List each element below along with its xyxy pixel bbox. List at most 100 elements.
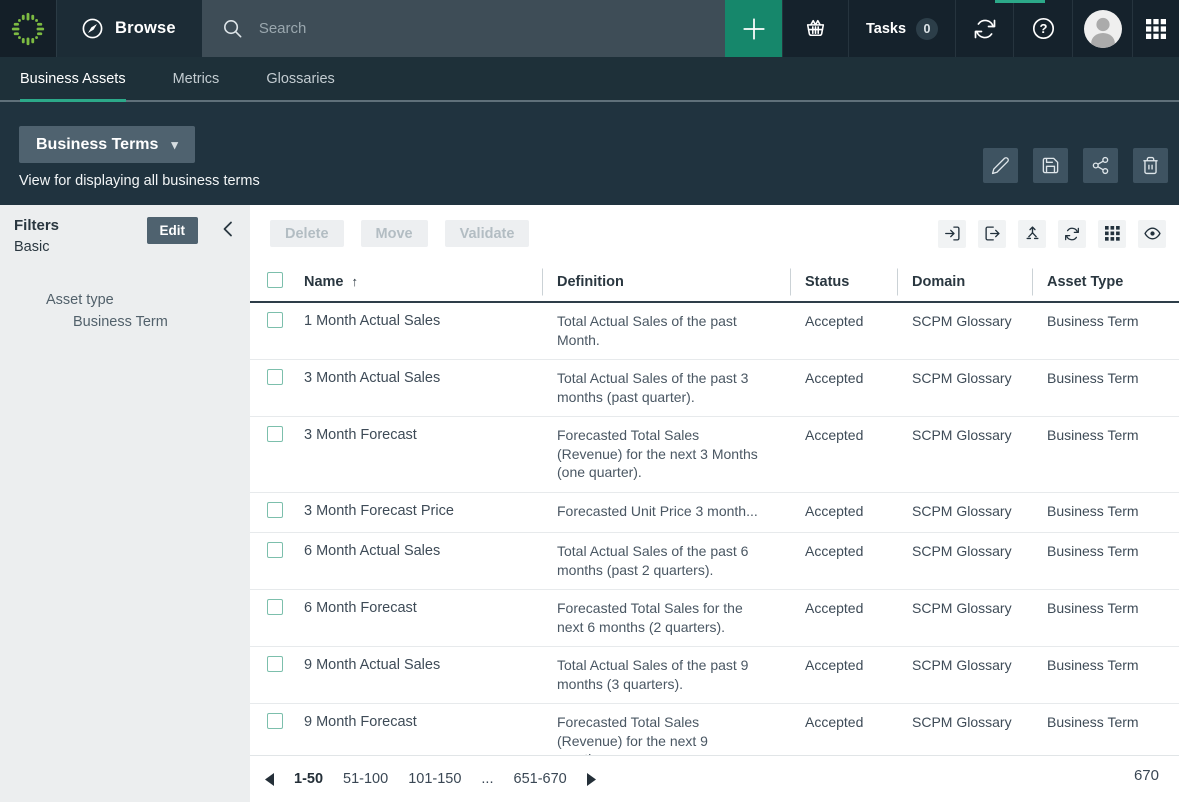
asset-name[interactable]: 3 Month Actual Sales [300,369,542,388]
tasks-button[interactable]: Tasks 0 [848,0,955,57]
row-checkbox[interactable] [267,369,283,385]
pagination-page[interactable]: 101-150 [408,771,461,787]
preview-columns-button[interactable] [1138,220,1166,248]
row-checkbox[interactable] [267,713,283,729]
search-input[interactable] [259,20,706,37]
share-view-button[interactable] [1083,148,1118,183]
column-header-definition[interactable]: Definition [542,274,790,290]
bulk-actions-toolbar: Delete Move Validate [250,205,1179,262]
table-row[interactable]: 3 Month ForecastForecasted Total Sales (… [250,417,1179,493]
row-checkbox[interactable] [267,502,283,518]
browse-menu-button[interactable]: Browse [57,0,202,57]
table-row[interactable]: 1 Month Actual SalesTotal Actual Sales o… [250,303,1179,360]
global-search[interactable] [202,0,725,57]
row-checkbox-cell [250,502,300,523]
row-checkbox[interactable] [267,426,283,442]
previous-page-button[interactable] [265,773,274,786]
delete-view-button[interactable] [1133,148,1168,183]
asset-domain[interactable]: SCPM Glossary [897,426,1032,445]
grid-view-button[interactable] [1098,220,1126,248]
hierarchy-icon [1024,225,1041,242]
tab-glossaries[interactable]: Glossaries [266,57,335,100]
tab-business-assets[interactable]: Business Assets [20,57,126,100]
row-checkbox[interactable] [267,312,283,328]
tab-metrics[interactable]: Metrics [173,57,220,100]
next-page-button[interactable] [587,773,596,786]
asset-domain[interactable]: SCPM Glossary [897,502,1032,521]
edit-filters-button[interactable]: Edit [147,217,199,244]
delete-trash-icon [1141,156,1160,175]
filters-sidebar: Filters Basic Edit Asset type Business T… [0,205,250,802]
search-icon [221,17,244,40]
validate-button[interactable]: Validate [445,220,530,247]
tasks-count-badge: 0 [916,18,938,40]
asset-definition: Forecasted Total Sales (Revenue) for the… [542,713,790,755]
pagination-page[interactable]: 1-50 [294,771,323,787]
column-header-status[interactable]: Status [790,274,897,290]
asset-domain[interactable]: SCPM Glossary [897,599,1032,618]
sync-activities-button[interactable] [955,0,1013,57]
asset-type: Business Term [1032,369,1179,388]
pagination-page[interactable]: 651-670 [514,771,567,787]
row-checkbox[interactable] [267,599,283,615]
table-row[interactable]: 6 Month ForecastForecasted Total Sales f… [250,590,1179,647]
asset-domain[interactable]: SCPM Glossary [897,369,1032,388]
asset-name[interactable]: 6 Month Actual Sales [300,542,542,561]
asset-name[interactable]: 6 Month Forecast [300,599,542,618]
add-asset-button[interactable] [725,0,782,57]
table-row[interactable]: 3 Month Forecast PriceForecasted Unit Pr… [250,493,1179,534]
asset-domain[interactable]: SCPM Glossary [897,656,1032,675]
asset-status: Accepted [790,502,897,521]
plus-icon [741,16,767,42]
import-button[interactable] [938,220,966,248]
table-row[interactable]: 9 Month ForecastForecasted Total Sales (… [250,704,1179,755]
collapse-sidebar-button[interactable] [222,221,233,237]
data-basket-button[interactable] [782,0,848,57]
avatar [1084,10,1122,48]
chevron-left-icon [222,221,233,237]
export-button[interactable] [978,220,1006,248]
asset-name[interactable]: 3 Month Forecast [300,426,542,445]
refresh-icon [1064,226,1080,242]
asset-name[interactable]: 9 Month Actual Sales [300,656,542,675]
asset-definition: Total Actual Sales of the past 6 months … [542,542,790,579]
asset-status: Accepted [790,312,897,331]
column-header-asset-type[interactable]: Asset Type [1032,274,1179,290]
column-header-name[interactable]: Name ↑ [300,274,542,290]
view-selector-button[interactable]: Business Terms ▾ [19,126,195,163]
save-view-button[interactable] [1033,148,1068,183]
asset-domain[interactable]: SCPM Glossary [897,542,1032,561]
table-row[interactable]: 9 Month Actual SalesTotal Actual Sales o… [250,647,1179,704]
asset-domain[interactable]: SCPM Glossary [897,713,1032,732]
edit-view-button[interactable] [983,148,1018,183]
select-all-checkbox[interactable] [267,272,283,288]
refresh-button[interactable] [1058,220,1086,248]
apps-grid-button[interactable] [1132,0,1179,57]
asset-status: Accepted [790,656,897,675]
user-menu-button[interactable] [1072,0,1132,57]
table-row[interactable]: 6 Month Actual SalesTotal Actual Sales o… [250,533,1179,590]
move-button[interactable]: Move [361,220,428,247]
asset-definition: Forecasted Total Sales for the next 6 mo… [542,599,790,636]
hierarchy-button[interactable] [1018,220,1046,248]
help-button[interactable]: ? [1013,0,1072,57]
delete-button[interactable]: Delete [270,220,344,247]
asset-name[interactable]: 1 Month Actual Sales [300,312,542,331]
asset-type: Business Term [1032,542,1179,561]
table-panel: Delete Move Validate [250,205,1179,802]
column-header-domain[interactable]: Domain [897,274,1032,290]
filter-asset-type-value[interactable]: Business Term [0,314,250,330]
row-checkbox-cell [250,656,300,677]
asset-definition: Total Actual Sales of the past Month. [542,312,790,349]
asset-name[interactable]: 3 Month Forecast Price [300,502,542,521]
row-checkbox[interactable] [267,656,283,672]
row-checkbox-cell [250,426,300,447]
filter-asset-type-label[interactable]: Asset type [0,292,250,308]
app-logo[interactable] [0,0,57,57]
row-checkbox[interactable] [267,542,283,558]
asset-domain[interactable]: SCPM Glossary [897,312,1032,331]
pagination-page[interactable]: 51-100 [343,771,388,787]
table-row[interactable]: 3 Month Actual SalesTotal Actual Sales o… [250,360,1179,417]
asset-name[interactable]: 9 Month Forecast [300,713,542,732]
eye-icon [1144,225,1161,242]
